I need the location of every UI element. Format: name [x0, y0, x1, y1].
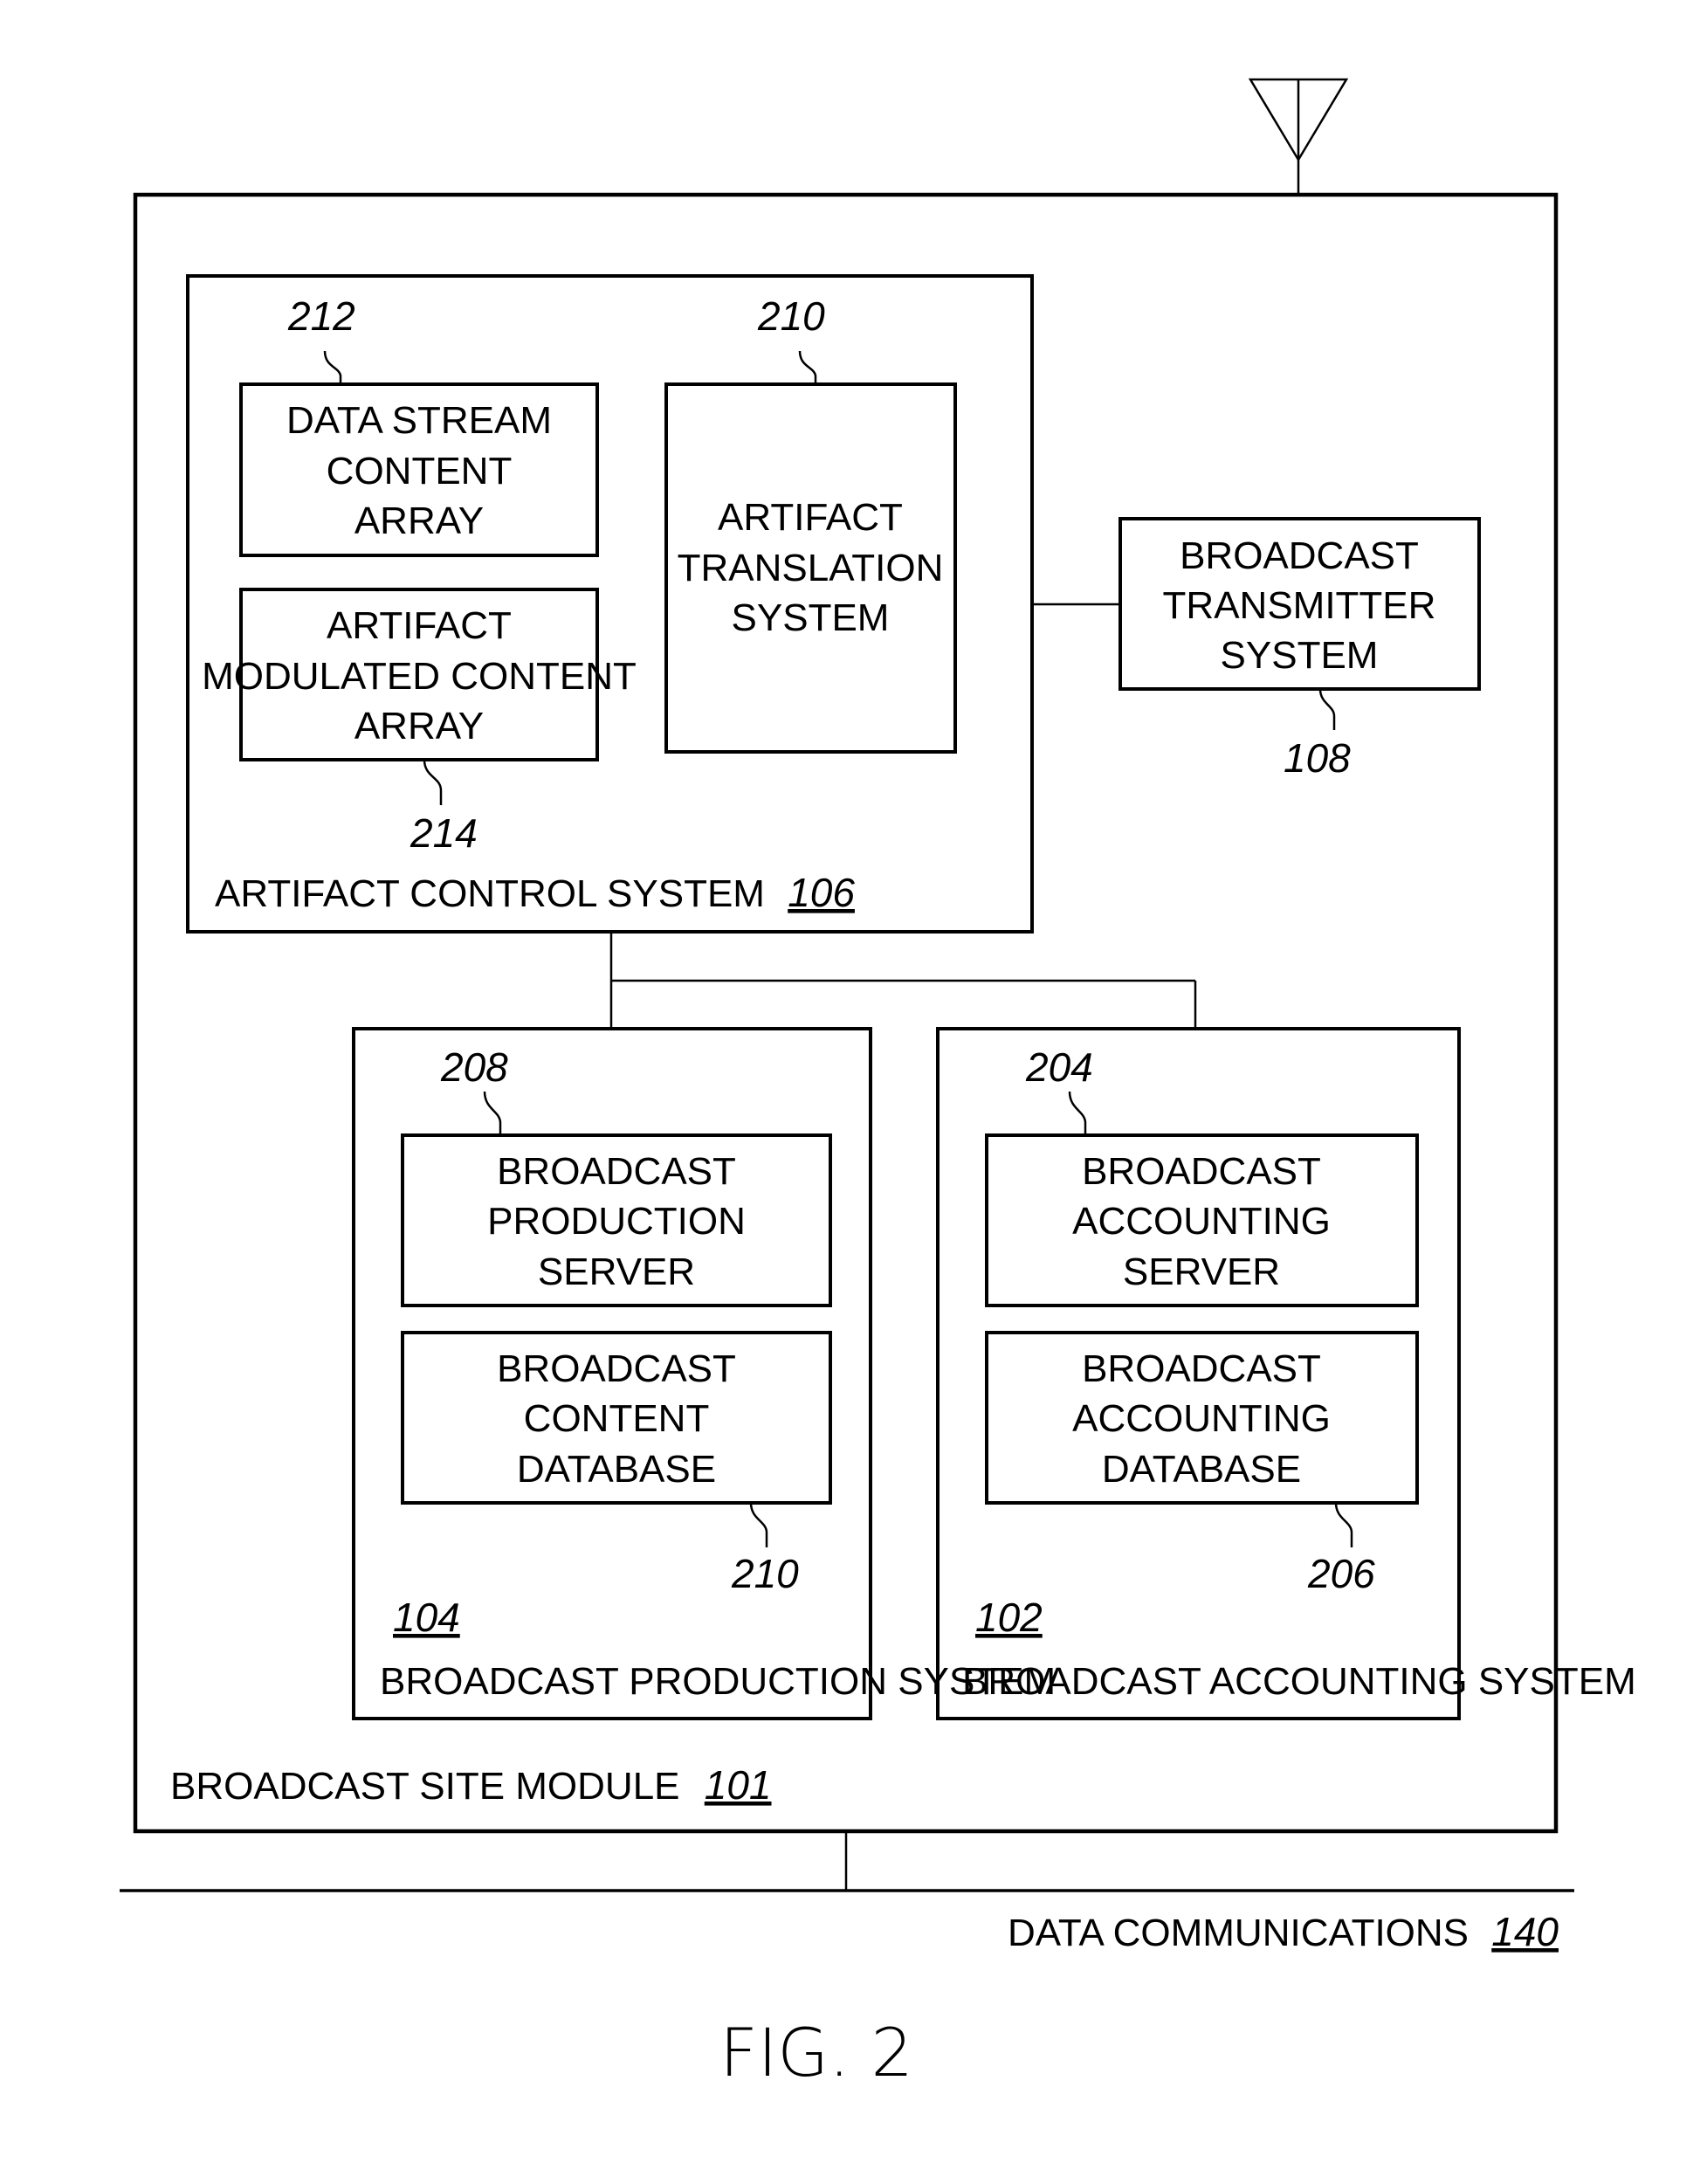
artifact-translation-system-line-2: TRANSLATION	[678, 547, 944, 589]
ref-208: 208	[440, 1044, 508, 1090]
broadcast-accounting-database-line-2: ACCOUNTING	[1072, 1397, 1331, 1440]
ref-214: 214	[410, 810, 478, 856]
data-stream-content-array-line-3: ARRAY	[354, 499, 484, 542]
artifact-control-system-label-text: ARTIFACT CONTROL SYSTEM	[215, 872, 765, 915]
broadcast-site-module-label-text: BROADCAST SITE MODULE	[170, 1765, 680, 1808]
patent-figure: 212 210 DATA STREAM CONTENT ARRAY ARTIFA…	[120, 78, 1636, 2091]
data-communications-label: DATA COMMUNICATIONS 140	[1008, 1909, 1559, 1954]
ref-206: 206	[1307, 1551, 1375, 1596]
broadcast-accounting-database-line-3: DATABASE	[1102, 1448, 1301, 1491]
broadcast-production-system-ref: 104	[393, 1595, 460, 1640]
data-communications-bus	[120, 1831, 1574, 1892]
ref-210-translation: 210	[757, 293, 825, 339]
broadcast-site-module-ref: 101	[705, 1762, 772, 1808]
broadcast-accounting-system-ref: 102	[975, 1595, 1043, 1640]
data-communications-label-text: DATA COMMUNICATIONS	[1008, 1912, 1469, 1954]
broadcast-transmitter-system-line-3: SYSTEM	[1221, 634, 1379, 677]
broadcast-production-system-label: BROADCAST PRODUCTION SYSTEM	[380, 1660, 1056, 1703]
broadcast-accounting-system-label: BROADCAST ACCOUNTING SYSTEM	[962, 1660, 1636, 1703]
broadcast-accounting-database-line-1: BROADCAST	[1082, 1347, 1321, 1390]
artifact-modulated-content-array-line-3: ARRAY	[354, 705, 484, 748]
artifact-control-system-ref: 106	[788, 870, 855, 915]
broadcast-production-server-line-2: PRODUCTION	[487, 1200, 746, 1243]
figure-caption: FIG. 2	[719, 2014, 913, 2091]
broadcast-content-database-line-2: CONTENT	[524, 1397, 710, 1440]
broadcast-content-database-line-3: DATABASE	[517, 1448, 716, 1491]
broadcast-production-server-line-3: SERVER	[538, 1250, 695, 1293]
ref-204: 204	[1025, 1044, 1093, 1090]
ref-108: 108	[1284, 735, 1351, 781]
broadcast-content-database-line-1: BROADCAST	[497, 1347, 736, 1390]
data-stream-content-array-line-2: CONTENT	[327, 450, 513, 493]
artifact-translation-system-line-3: SYSTEM	[732, 596, 890, 639]
broadcast-site-module-label: BROADCAST SITE MODULE 101	[170, 1762, 772, 1808]
ref-210-content-db: 210	[731, 1551, 799, 1596]
broadcast-accounting-server-line-3: SERVER	[1123, 1250, 1280, 1293]
data-stream-content-array-line-1: DATA STREAM	[286, 399, 552, 442]
artifact-modulated-content-array-line-2: MODULATED CONTENT	[202, 655, 637, 698]
broadcast-transmitter-system-line-2: TRANSMITTER	[1163, 584, 1436, 627]
artifact-control-system-label: ARTIFACT CONTROL SYSTEM 106	[215, 870, 855, 915]
broadcast-production-server-line-1: BROADCAST	[497, 1150, 736, 1193]
data-communications-ref: 140	[1491, 1909, 1559, 1954]
broadcast-accounting-server-line-1: BROADCAST	[1082, 1150, 1321, 1193]
ref-212: 212	[287, 293, 355, 339]
artifact-translation-system-line-1: ARTIFACT	[718, 496, 903, 539]
broadcast-transmitter-system-line-1: BROADCAST	[1180, 534, 1419, 577]
broadcast-accounting-server-line-2: ACCOUNTING	[1072, 1200, 1331, 1243]
artifact-modulated-content-array-line-1: ARTIFACT	[327, 604, 512, 647]
